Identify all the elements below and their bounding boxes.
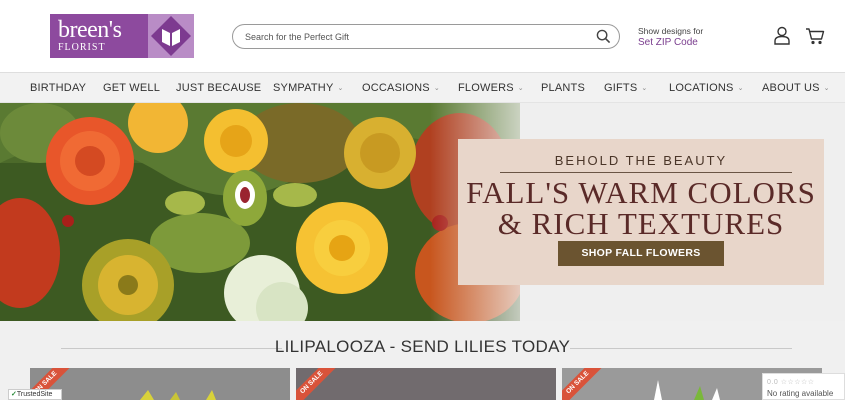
- section-title: LILIPALOOZA - SEND LILIES TODAY: [274, 337, 571, 356]
- cart-icon[interactable]: [805, 27, 825, 45]
- shop-fall-flowers-button[interactable]: SHOP FALL FLOWERS: [558, 241, 724, 266]
- chevron-down-icon: ⌄: [737, 85, 744, 92]
- site-label: Site: [40, 391, 53, 398]
- set-zip-link[interactable]: Set ZIP Code: [638, 37, 703, 48]
- product-image: [140, 390, 216, 400]
- promo-headline-line-2: & RICH TEXTURES: [497, 206, 785, 241]
- nav-item-locations[interactable]: LOCATIONS ⌄: [669, 82, 744, 94]
- logo-text: breen's FLORIST: [58, 17, 122, 53]
- rating-text: No rating available: [767, 389, 834, 398]
- star-icons: ☆☆☆☆☆: [780, 379, 815, 386]
- search-box: [232, 24, 620, 49]
- chevron-down-icon: ⌄: [517, 85, 524, 92]
- promo-divider: [500, 172, 792, 173]
- promo-headline: FALL'S WARM COLORS & RICH TEXTURES: [458, 177, 824, 239]
- nav-item-plants[interactable]: PLANTS: [541, 82, 589, 94]
- nav-label: JUST BECAUSE: [176, 82, 262, 94]
- featured-section: LILIPALOOZA - SEND LILIES TODAY ON SALE …: [0, 321, 845, 400]
- main-nav: BIRTHDAY GET WELL JUST BECAUSE SYMPATHY ⌄…: [0, 72, 845, 103]
- nav-label: BIRTHDAY: [30, 82, 87, 94]
- trusted-label: Trusted: [16, 391, 41, 398]
- product-card[interactable]: ON SALE: [296, 368, 556, 400]
- nav-label: GET WELL: [103, 82, 161, 94]
- nav-label: SYMPATHY: [273, 82, 334, 94]
- chevron-down-icon: ⌄: [337, 85, 344, 92]
- rating-widget[interactable]: 0.0 ☆☆☆☆☆ No rating available: [762, 373, 845, 400]
- logo-sub: FLORIST: [58, 42, 106, 53]
- chevron-down-icon: ⌄: [823, 85, 830, 92]
- logo-name: breen's: [58, 17, 122, 43]
- nav-item-sympathy[interactable]: SYMPATHY ⌄: [273, 82, 344, 94]
- nav-item-about-us[interactable]: ABOUT US ⌄: [762, 82, 830, 94]
- nav-item-just-because[interactable]: JUST BECAUSE: [176, 82, 265, 94]
- hero-banner[interactable]: BEHOLD THE BEAUTY FALL'S WARM COLORS & R…: [0, 103, 845, 321]
- nav-item-birthday[interactable]: BIRTHDAY: [30, 82, 90, 94]
- promo-headline-line-1: FALL'S WARM COLORS: [466, 175, 816, 210]
- brand-logo[interactable]: breen's FLORIST: [50, 14, 194, 58]
- product-card[interactable]: ON SALE: [30, 368, 290, 400]
- promo-kicker: BEHOLD THE BEAUTY: [554, 153, 728, 168]
- nav-item-get-well[interactable]: GET WELL: [103, 82, 164, 94]
- search-icon[interactable]: [596, 29, 611, 44]
- promo-panel: BEHOLD THE BEAUTY FALL'S WARM COLORS & R…: [458, 139, 824, 285]
- nav-item-gifts[interactable]: GIFTS ⌄: [604, 82, 647, 94]
- chevron-down-icon: ⌄: [641, 85, 648, 92]
- nav-label: FLOWERS: [458, 82, 514, 94]
- rating-score: 0.0: [767, 379, 779, 386]
- product-image: [296, 368, 556, 400]
- search-input[interactable]: [245, 29, 585, 45]
- nav-item-occasions[interactable]: OCCASIONS ⌄: [362, 82, 440, 94]
- nav-label: LOCATIONS: [669, 82, 734, 94]
- nav-label: PLANTS: [541, 82, 585, 94]
- nav-label: GIFTS: [604, 82, 638, 94]
- nav-label: ABOUT US: [762, 82, 820, 94]
- zip-selector: Show designs for Set ZIP Code: [638, 26, 703, 48]
- logo-mark-icon: [148, 14, 194, 58]
- nav-item-flowers[interactable]: FLOWERS ⌄: [458, 82, 524, 94]
- trusted-site-badge[interactable]: ✓TrustedSite: [8, 389, 62, 400]
- rating-stars: 0.0 ☆☆☆☆☆: [767, 378, 815, 386]
- zip-label: Show designs for: [638, 26, 704, 36]
- chevron-down-icon: ⌄: [433, 85, 440, 92]
- site-header: breen's FLORIST Show designs for Set ZIP…: [0, 0, 845, 72]
- nav-label: OCCASIONS: [362, 82, 430, 94]
- user-icon[interactable]: [773, 26, 791, 45]
